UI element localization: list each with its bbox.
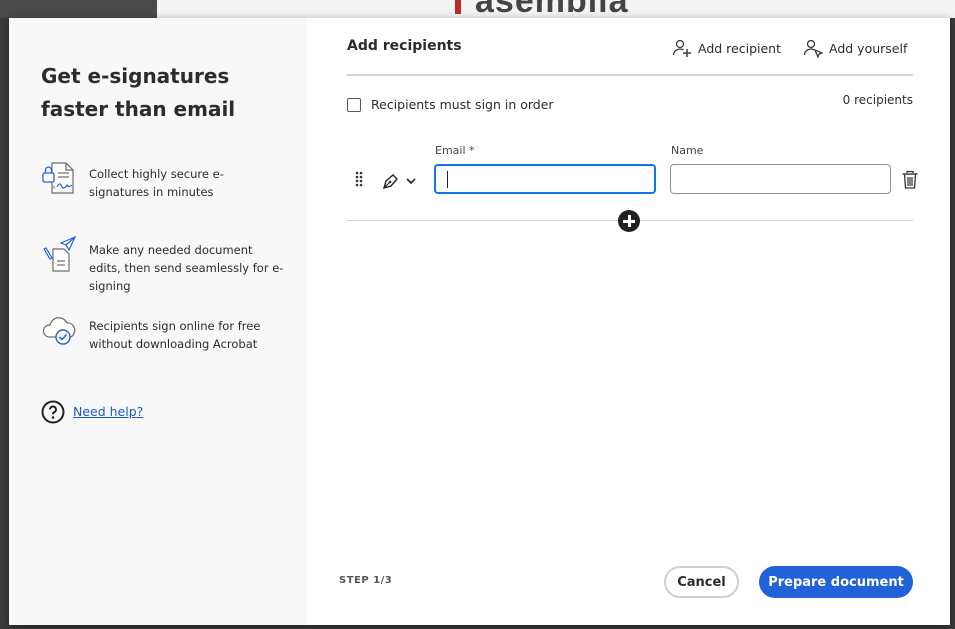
edit-send-icon <box>43 235 77 272</box>
sign-in-order-checkbox[interactable] <box>347 97 361 112</box>
recipients-panel: Add recipients Add recipient Add yoursel… <box>307 18 950 625</box>
recipient-role-dropdown[interactable] <box>381 171 421 191</box>
info-title: Get e-signatures faster than email <box>41 64 236 121</box>
chevron-down-icon <box>406 178 416 185</box>
sign-in-order-label: Recipients must sign in order <box>371 97 554 112</box>
add-person-icon <box>672 39 691 57</box>
info-panel: Get e-signatures faster than email × Col… <box>9 18 307 625</box>
add-recipient-button[interactable]: Add recipient <box>672 38 781 58</box>
cancel-button[interactable]: Cancel <box>664 566 739 598</box>
document-accent <box>455 0 461 14</box>
recipient-count: 0 recipients <box>842 93 913 107</box>
help-icon <box>41 400 65 424</box>
feature-item: × Collect highly secure e-signatures in … <box>41 162 291 205</box>
background-document: asemblia <box>157 0 955 18</box>
feature-text: Collect highly secure e-signatures in mi… <box>89 167 224 199</box>
email-label: Email * <box>435 144 475 157</box>
delete-icon[interactable] <box>901 170 919 190</box>
svg-text:×: × <box>52 185 56 191</box>
prepare-document-button[interactable]: Prepare document <box>759 566 913 598</box>
feature-text: Make any needed document edits, then sen… <box>89 243 284 293</box>
feature-item: Recipients sign online for free without … <box>41 317 291 357</box>
sign-in-order-option[interactable]: Recipients must sign in order <box>347 97 554 112</box>
step-indicator: STEP 1/3 <box>339 575 393 586</box>
add-recipient-label: Add recipient <box>698 40 781 56</box>
add-row-plus-icon[interactable] <box>618 210 640 232</box>
name-field[interactable] <box>670 164 891 194</box>
drag-handle-icon[interactable] <box>355 171 363 187</box>
need-help-link[interactable]: Need help? <box>73 404 143 419</box>
add-yourself-button[interactable]: Add yourself <box>803 38 907 58</box>
page-title: Add recipients <box>347 38 462 54</box>
header-divider <box>347 74 913 76</box>
add-yourself-label: Add yourself <box>829 40 908 56</box>
pen-icon <box>382 174 398 190</box>
name-label: Name <box>671 144 704 157</box>
person-cursor-icon <box>803 39 823 58</box>
feature-item: Make any needed document edits, then sen… <box>41 235 291 293</box>
feature-text: Recipients sign online for free without … <box>89 319 261 351</box>
text-caret <box>447 171 448 188</box>
secure-document-icon: × <box>42 162 74 194</box>
email-field[interactable] <box>434 164 656 194</box>
cloud-check-icon <box>42 317 76 345</box>
background-document-text: asemblia <box>475 0 629 18</box>
add-recipients-dialog: Get e-signatures faster than email × Col… <box>9 18 950 625</box>
